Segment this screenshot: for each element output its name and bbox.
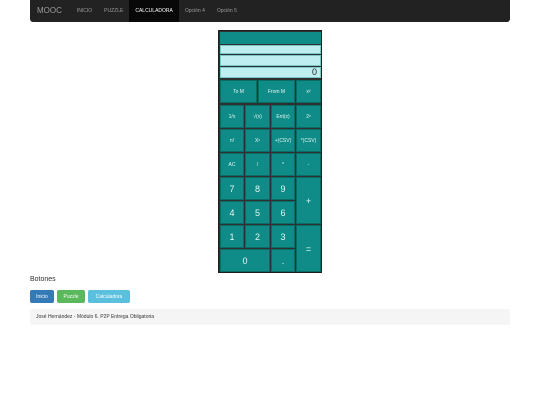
- power-button[interactable]: Xʸ: [245, 129, 270, 152]
- footer: José Hernández - Módulo 6. P2P Entrega O…: [30, 309, 510, 325]
- divide-button[interactable]: /: [245, 153, 270, 176]
- calculator-header-bar: [220, 32, 321, 44]
- inverse-button[interactable]: 1/x: [220, 105, 244, 128]
- nav-item-calculadora[interactable]: CALCULADORA: [129, 0, 179, 22]
- square-button[interactable]: x²: [296, 80, 321, 103]
- nav-item-opcion-4[interactable]: Opción 4: [179, 0, 211, 22]
- to-memory-button[interactable]: To M: [220, 80, 257, 103]
- digit-9-button[interactable]: 9: [271, 177, 295, 200]
- inicio-button[interactable]: Inicio: [30, 290, 54, 303]
- digit-2-button[interactable]: 2: [245, 225, 270, 248]
- brand-link[interactable]: MOOC: [30, 0, 71, 22]
- memory-display: [220, 45, 321, 54]
- add-button[interactable]: +: [296, 177, 321, 224]
- nav-item-inicio[interactable]: INICIO: [71, 0, 98, 22]
- equals-button[interactable]: =: [296, 225, 321, 272]
- nav-item-puzzle[interactable]: PUZZLE: [98, 0, 129, 22]
- digit-8-button[interactable]: 8: [245, 177, 270, 200]
- navbar: MOOC INICIO PUZZLE CALCULADORA Opción 4 …: [30, 0, 510, 22]
- product-csv-button[interactable]: *(CSV): [296, 129, 321, 152]
- puzzle-button[interactable]: Puzzle: [57, 290, 85, 303]
- digit-5-button[interactable]: 5: [245, 201, 270, 224]
- decimal-point-button[interactable]: .: [271, 249, 295, 272]
- factorial-button[interactable]: n!: [220, 129, 244, 152]
- from-memory-button[interactable]: From M: [258, 80, 295, 103]
- calculadora-button[interactable]: Calculadora: [88, 290, 130, 303]
- integer-part-button[interactable]: Ent(x): [271, 105, 295, 128]
- digit-3-button[interactable]: 3: [271, 225, 295, 248]
- digit-1-button[interactable]: 1: [220, 225, 244, 248]
- multiply-button[interactable]: *: [271, 153, 295, 176]
- section-title: Botones: [30, 276, 56, 283]
- result-display: 0: [220, 67, 321, 78]
- digit-0-button[interactable]: 0: [220, 249, 270, 272]
- digit-4-button[interactable]: 4: [220, 201, 244, 224]
- digit-7-button[interactable]: 7: [220, 177, 244, 200]
- digit-6-button[interactable]: 6: [271, 201, 295, 224]
- sum-csv-button[interactable]: +(CSV): [271, 129, 295, 152]
- nav-item-opcion-5[interactable]: Opción 5: [211, 0, 243, 22]
- input-display[interactable]: [220, 55, 321, 66]
- button-group: Inicio Puzzle Calculadora: [30, 290, 130, 303]
- subtract-button[interactable]: -: [296, 153, 321, 176]
- power-of-two-button[interactable]: 2ˣ: [296, 105, 321, 128]
- footer-text: José Hernández - Módulo 6. P2P Entrega O…: [36, 314, 155, 320]
- sqrt-button[interactable]: √(x): [245, 105, 270, 128]
- clear-button[interactable]: AC: [220, 153, 244, 176]
- calculator: 0 To M From M x² 1/x √(x) Ent(x) 2ˣ n! X…: [218, 30, 322, 273]
